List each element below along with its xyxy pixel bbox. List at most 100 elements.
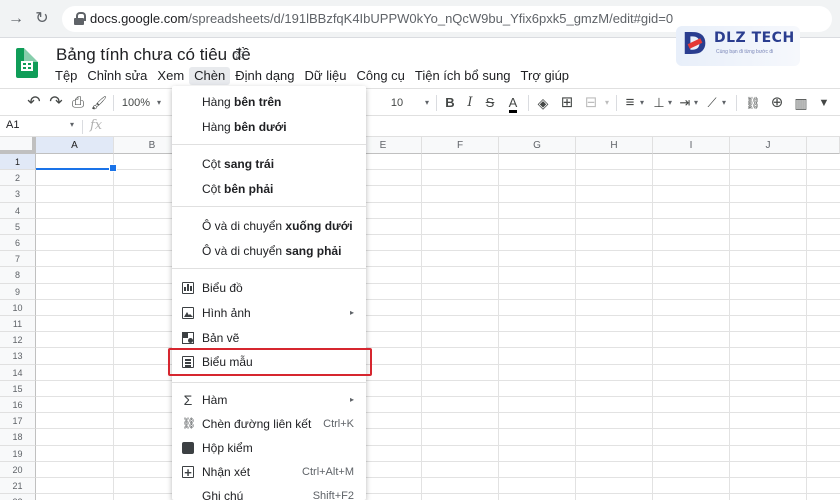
row-header[interactable]: 1 (0, 154, 36, 171)
menu-insert[interactable]: Chèn (189, 67, 231, 85)
font-size-select[interactable]: 10 (386, 93, 408, 113)
insert-row-below[interactable]: Hàng bên dưới (172, 115, 366, 139)
insert-chart[interactable]: Biểu đồ (172, 276, 366, 300)
insert-column-left[interactable]: Cột sang trái (172, 152, 366, 176)
merge-chevron-down-icon[interactable]: ▾ (602, 93, 612, 113)
row-header[interactable]: 14 (0, 364, 36, 381)
row-header[interactable]: 2 (0, 170, 36, 187)
row-header[interactable]: 9 (0, 283, 36, 300)
zoom-chevron-down-icon[interactable]: ▾ (154, 93, 164, 113)
bold-button[interactable]: B (442, 93, 458, 113)
formula-divider (82, 120, 83, 134)
insert-link[interactable]: ⛓ Chèn đường liên kết Ctrl+K (172, 412, 366, 436)
menu-help[interactable]: Trợ giúp (516, 67, 575, 85)
row-header[interactable]: 20 (0, 461, 36, 478)
paint-format-icon[interactable]: 🖌 (90, 93, 108, 113)
reload-icon[interactable]: ↻ (32, 9, 52, 29)
column-header[interactable]: G (499, 137, 576, 154)
row-header[interactable]: 12 (0, 332, 36, 349)
sheets-logo-icon[interactable] (16, 48, 38, 78)
row-header[interactable]: 7 (0, 251, 36, 268)
insert-comment-icon[interactable]: ⊕ (768, 93, 786, 113)
document-title[interactable]: Bảng tính chưa có tiêu đề (56, 45, 251, 65)
text-rotation-icon[interactable]: ⟋ (704, 93, 720, 113)
row-header[interactable]: 18 (0, 429, 36, 446)
menu-view[interactable]: Xem (152, 67, 189, 85)
row-header[interactable]: 6 (0, 235, 36, 252)
insert-function[interactable]: Σ Hàm ▸ (172, 388, 366, 412)
horizontal-align-icon[interactable]: ≡ (622, 93, 638, 113)
redo-icon[interactable]: ↷ (46, 93, 66, 113)
checkbox-icon: ✓ (182, 440, 194, 455)
borders-icon[interactable]: ⊞ (558, 93, 576, 113)
insert-column-right[interactable]: Cột bên phải (172, 177, 366, 201)
row-header[interactable]: 16 (0, 397, 36, 414)
name-box[interactable]: A1 (6, 119, 19, 131)
column-header[interactable]: I (653, 137, 730, 154)
column-header[interactable]: A (36, 137, 114, 154)
halign-chevron-down-icon[interactable]: ▾ (638, 93, 646, 113)
row-header[interactable]: 11 (0, 316, 36, 333)
column-header[interactable]: H (576, 137, 653, 154)
column-header[interactable]: F (422, 137, 499, 154)
fill-color-icon[interactable]: ◈ (534, 93, 552, 113)
row-header[interactable]: 19 (0, 445, 36, 462)
filter-icon[interactable]: ▼ (816, 93, 832, 113)
toolbar-divider (436, 95, 437, 111)
vertical-align-icon[interactable]: ⊥ (652, 93, 666, 113)
menu-file[interactable]: Tệp (50, 67, 82, 85)
menu-label: Hàng (202, 120, 235, 134)
menu-edit[interactable]: Chỉnh sửa (82, 67, 152, 85)
insert-link-icon[interactable]: ⛓ (744, 93, 762, 113)
star-icon[interactable]: ☆ (232, 44, 247, 64)
insert-cells-shift-right[interactable]: Ô và di chuyển sang phải (172, 239, 366, 263)
row-header[interactable]: 13 (0, 348, 36, 365)
insert-note[interactable]: Ghi chú Shift+F2 (172, 484, 366, 500)
strikethrough-button[interactable]: S (482, 93, 498, 113)
zoom-select[interactable]: 100% (120, 93, 152, 113)
row-header[interactable]: 22 (0, 494, 36, 500)
menu-data[interactable]: Dữ liệu (300, 67, 352, 85)
grid-row-line (36, 234, 840, 235)
menu-addons[interactable]: Tiện ích bổ sung (410, 67, 516, 85)
url-text[interactable]: docs.google.com/spreadsheets/d/191lBBzfq… (90, 11, 673, 26)
row-header[interactable]: 8 (0, 267, 36, 284)
grid-row-line (36, 477, 840, 478)
merge-cells-icon[interactable]: ⊟ (582, 93, 600, 113)
menu-format[interactable]: Định dạng (230, 67, 299, 85)
forward-arrow-icon[interactable]: → (6, 9, 26, 29)
font-size-chevron-down-icon[interactable]: ▾ (422, 93, 432, 113)
row-header[interactable]: 5 (0, 218, 36, 235)
name-box-chevron-down-icon[interactable]: ▾ (70, 120, 74, 129)
select-all-corner[interactable] (0, 137, 36, 154)
insert-comment[interactable]: + Nhận xét Ctrl+Alt+M (172, 460, 366, 484)
insert-drawing[interactable]: Bản vẽ (172, 326, 366, 350)
print-icon[interactable]: ⎙ (68, 93, 88, 113)
text-color-button[interactable]: A (504, 93, 522, 113)
row-header[interactable]: 3 (0, 186, 36, 203)
undo-icon[interactable]: ↶ (24, 93, 44, 113)
italic-button[interactable]: I (462, 93, 478, 113)
row-header[interactable]: 4 (0, 202, 36, 219)
grid-row-line (36, 331, 840, 333)
menu-label: Hình ảnh (202, 306, 251, 320)
row-header[interactable]: 15 (0, 380, 36, 397)
row-header[interactable]: 17 (0, 413, 36, 430)
cell-area[interactable] (36, 154, 840, 500)
insert-checkbox[interactable]: ✓ Hộp kiểm (172, 436, 366, 460)
valign-chevron-down-icon[interactable]: ▾ (666, 93, 674, 113)
shortcut-label: Ctrl+K (323, 418, 354, 430)
wrap-chevron-down-icon[interactable]: ▾ (692, 93, 700, 113)
active-cell-a1[interactable] (36, 154, 117, 172)
text-wrap-icon[interactable]: ⇥ (678, 93, 692, 113)
insert-image[interactable]: Hình ảnh ▸ (172, 301, 366, 325)
insert-row-above[interactable]: Hàng bên trên (172, 90, 366, 114)
insert-chart-icon[interactable]: ▥ (792, 93, 810, 113)
insert-cells-shift-down[interactable]: Ô và di chuyển xuống dưới (172, 214, 366, 238)
grid-row-line (36, 250, 840, 252)
row-header[interactable]: 10 (0, 299, 36, 316)
column-header[interactable]: J (730, 137, 807, 154)
row-header[interactable]: 21 (0, 478, 36, 495)
rotate-chevron-down-icon[interactable]: ▾ (720, 93, 728, 113)
menu-tools[interactable]: Công cụ (351, 67, 409, 85)
